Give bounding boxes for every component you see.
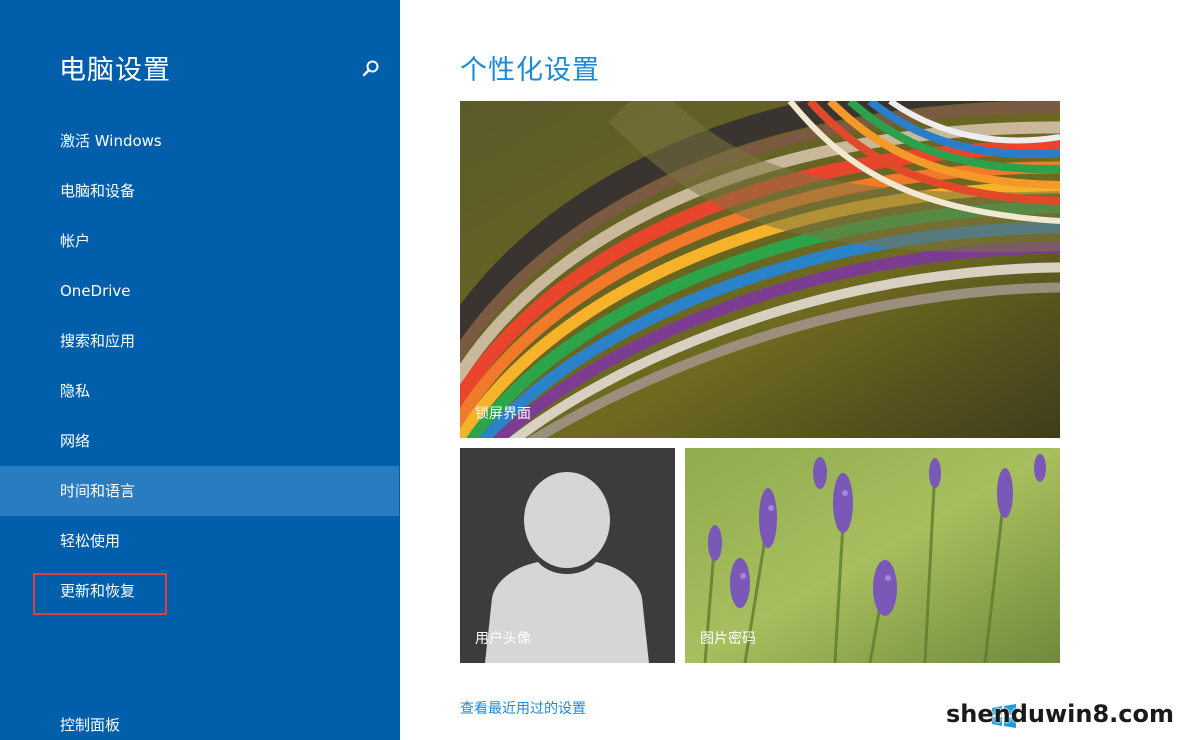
nav-item-privacy[interactable]: 隐私 <box>0 366 400 416</box>
picture-password-tile[interactable]: 图片密码 <box>685 448 1060 663</box>
lock-screen-label: 锁屏界面 <box>475 406 531 422</box>
nav-item-label: 帐户 <box>60 232 91 250</box>
nav-item-label: 搜索和应用 <box>60 332 136 350</box>
nav-item-label: OneDrive <box>60 282 131 300</box>
nav-item-label: 激活 Windows <box>60 132 162 150</box>
nav-item-label: 轻松使用 <box>60 532 121 550</box>
picture-password-label: 图片密码 <box>700 631 756 647</box>
nav-item-label: 时间和语言 <box>60 482 136 500</box>
nav-item-time-and-language[interactable]: 时间和语言 <box>0 466 399 516</box>
nav-item-onedrive[interactable]: OneDrive <box>0 266 400 316</box>
account-picture-tile[interactable]: 用户头像 <box>460 448 675 663</box>
control-panel-link[interactable]: 控制面板 <box>60 714 120 735</box>
nav-item-ease-of-access[interactable]: 轻松使用 <box>0 516 400 566</box>
nav-item-activate-windows[interactable]: 激活 Windows <box>0 116 400 166</box>
recent-settings-link[interactable]: 查看最近用过的设置 <box>460 698 586 718</box>
lock-screen-tile[interactable]: 锁屏界面 <box>460 101 1060 438</box>
nav-item-network[interactable]: 网络 <box>0 416 400 466</box>
nav-item-accounts[interactable]: 帐户 <box>0 216 400 266</box>
lock-screen-image <box>460 101 1060 438</box>
search-icon[interactable] <box>362 59 380 77</box>
nav-item-search-and-apps[interactable]: 搜索和应用 <box>0 316 400 366</box>
account-picture-label: 用户头像 <box>475 631 531 647</box>
nav-item-label: 隐私 <box>60 382 91 400</box>
sidebar-title: 电脑设置 <box>59 55 171 86</box>
nav-item-pc-and-devices[interactable]: 电脑和设备 <box>0 166 400 216</box>
nav-item-label: 网络 <box>60 432 91 450</box>
settings-nav: 激活 Windows 电脑和设备 帐户 OneDrive 搜索和应用 隐私 网络… <box>0 116 400 616</box>
sidebar: 电脑设置 激活 Windows 电脑和设备 帐户 OneDrive 搜索和应用 … <box>0 0 400 740</box>
watermark-text: shenduwin8.com <box>945 700 1174 728</box>
page-title: 个性化设置 <box>460 55 600 86</box>
watermark: shenduwin8.com <box>946 698 1180 734</box>
highlight-box <box>33 573 167 615</box>
nav-item-label: 电脑和设备 <box>60 182 136 200</box>
